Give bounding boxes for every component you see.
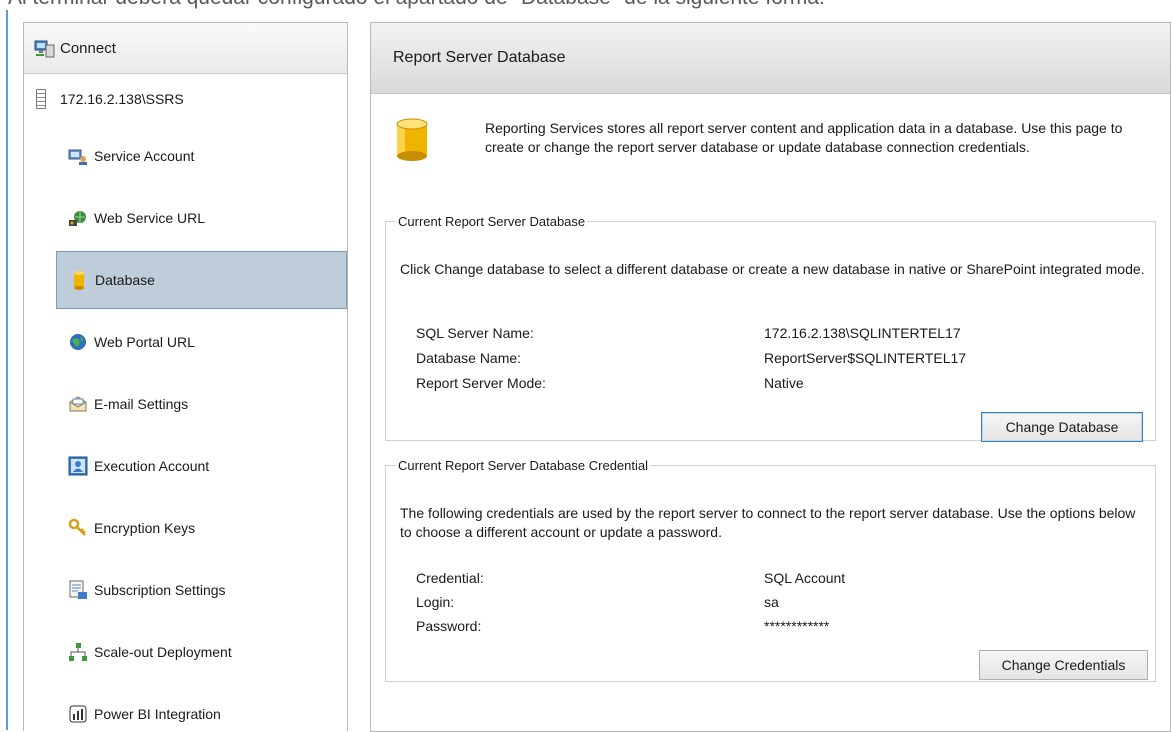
page-header: Report Server Database bbox=[371, 23, 1170, 94]
password-value: ************ bbox=[764, 618, 830, 634]
sidebar-item-label: Database bbox=[95, 272, 155, 288]
sidebar-item-label: Service Account bbox=[94, 148, 195, 164]
connect-label: Connect bbox=[60, 39, 116, 57]
sidebar-item-label: Subscription Settings bbox=[94, 582, 226, 598]
sidebar-item-service-account[interactable]: Service Account bbox=[56, 127, 347, 185]
database-name-label: Database Name: bbox=[416, 350, 522, 366]
sidebar-item-web-service-url[interactable]: Web Service URL bbox=[56, 189, 347, 247]
database-icon bbox=[395, 118, 429, 162]
web-portal-icon bbox=[68, 332, 88, 352]
current-database-group: Current Report Server Database Click Cha… bbox=[385, 214, 1156, 442]
credential-label: Credential: bbox=[416, 570, 484, 586]
sidebar-item-label: Execution Account bbox=[94, 458, 210, 474]
sidebar-item-email-settings[interactable]: E-mail Settings bbox=[56, 375, 347, 433]
sql-server-value: 172.16.2.138\SQLINTERTEL17 bbox=[764, 325, 961, 341]
sidebar-item-database[interactable]: Database bbox=[56, 251, 347, 309]
credential-value: SQL Account bbox=[764, 570, 846, 586]
sidebar-item-encryption-keys[interactable]: Encryption Keys bbox=[56, 499, 347, 557]
sidebar-item-web-portal-url[interactable]: Web Portal URL bbox=[56, 313, 347, 371]
group-description: The following credentials are used by th… bbox=[400, 505, 1136, 540]
sql-server-label: SQL Server Name: bbox=[416, 325, 534, 341]
sidebar-item-scale-out-deployment[interactable]: Scale-out Deployment bbox=[56, 623, 347, 681]
sidebar-item-label: Web Portal URL bbox=[94, 334, 195, 350]
login-label: Login: bbox=[416, 594, 455, 610]
email-icon bbox=[68, 394, 88, 414]
server-icon bbox=[36, 89, 46, 109]
service-account-icon bbox=[68, 146, 88, 166]
group-legend: Current Report Server Database bbox=[398, 214, 586, 229]
group-legend: Current Report Server Database Credentia… bbox=[398, 458, 649, 473]
database-credential-group: Current Report Server Database Credentia… bbox=[385, 458, 1156, 682]
page-title: Report Server Database bbox=[393, 49, 566, 66]
power-bi-icon bbox=[68, 704, 88, 724]
document-margin-bar bbox=[6, 10, 8, 730]
connect-button[interactable]: Connect bbox=[24, 23, 347, 74]
report-server-mode-value: Native bbox=[764, 375, 804, 391]
report-server-mode-label: Report Server Mode: bbox=[416, 375, 546, 391]
sidebar-item-label: Web Service URL bbox=[94, 210, 206, 226]
execution-account-icon bbox=[68, 456, 88, 476]
sidebar-item-execution-account[interactable]: Execution Account bbox=[56, 437, 347, 495]
sidebar: Connect 172.16.2.138\SSRS Service Accoun… bbox=[23, 22, 348, 731]
server-node[interactable]: 172.16.2.138\SSRS bbox=[24, 85, 184, 113]
main-panel: Report Server Database Reporting Service… bbox=[370, 22, 1171, 732]
group-description: Click Change database to select a differ… bbox=[400, 261, 1145, 277]
login-value: sa bbox=[764, 594, 779, 610]
encryption-keys-icon bbox=[68, 518, 88, 538]
sidebar-item-label: Power BI Integration bbox=[94, 706, 221, 722]
database-name-value: ReportServer$SQLINTERTEL17 bbox=[764, 350, 967, 366]
connect-icon bbox=[34, 38, 56, 58]
sidebar-item-subscription-settings[interactable]: Subscription Settings bbox=[56, 561, 347, 619]
page-description: Reporting Services stores all report ser… bbox=[485, 120, 1123, 155]
subscription-icon bbox=[68, 580, 88, 600]
change-credentials-button[interactable]: Change Credentials bbox=[979, 650, 1148, 680]
sidebar-item-label: Encryption Keys bbox=[94, 520, 196, 536]
document-caption: Al terminar deberá quedar configurado el… bbox=[8, 0, 1173, 14]
server-name: 172.16.2.138\SSRS bbox=[60, 91, 184, 107]
scale-out-icon bbox=[68, 642, 88, 662]
sidebar-item-power-bi-integration[interactable]: Power BI Integration bbox=[56, 685, 347, 731]
database-icon bbox=[69, 270, 89, 290]
password-label: Password: bbox=[416, 618, 482, 634]
change-database-button[interactable]: Change Database bbox=[981, 412, 1143, 442]
web-service-url-icon bbox=[68, 208, 88, 228]
sidebar-item-label: E-mail Settings bbox=[94, 396, 189, 412]
sidebar-item-label: Scale-out Deployment bbox=[94, 644, 232, 660]
